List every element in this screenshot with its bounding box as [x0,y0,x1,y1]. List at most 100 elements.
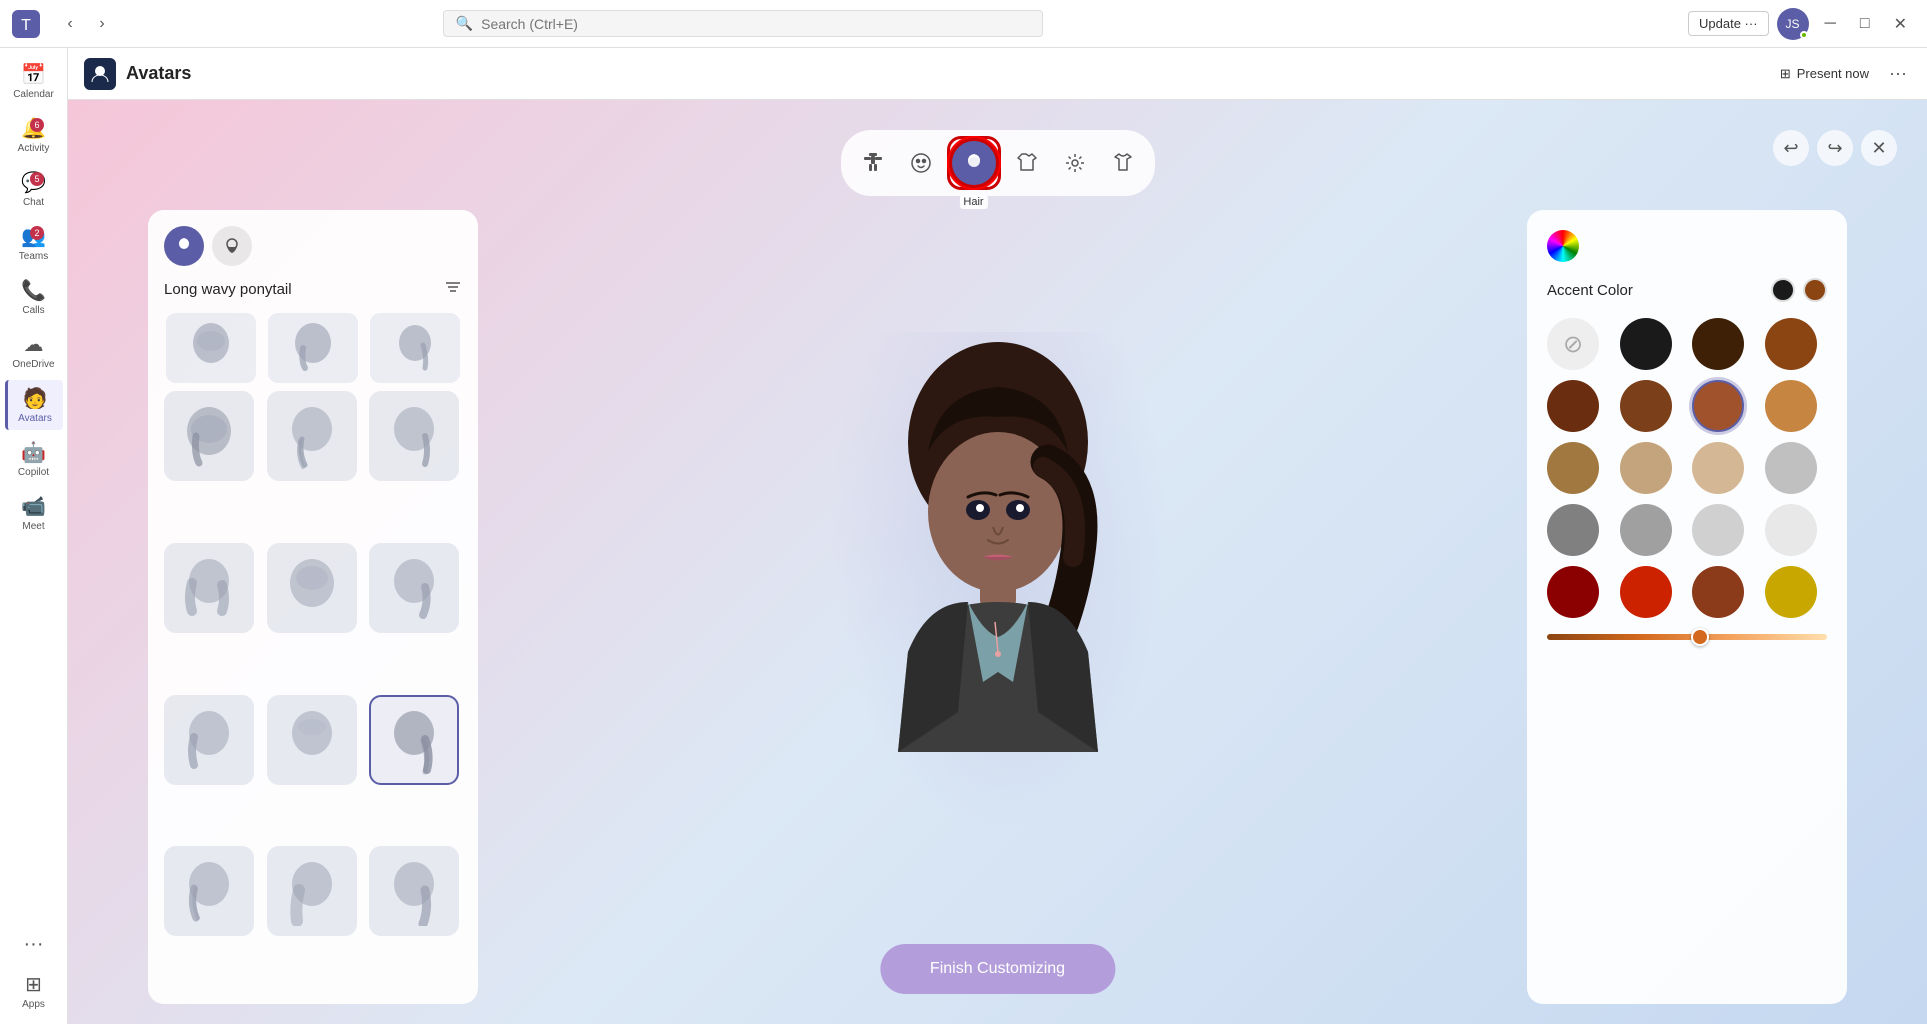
hair-item-9[interactable] [369,695,459,785]
sidebar-item-copilot[interactable]: 🤖 Copilot [5,434,63,484]
sidebar-label-chat: Chat [23,197,44,208]
color-swatch-tan-brown[interactable] [1692,380,1744,432]
sidebar-label-teams: Teams [19,251,48,262]
filter-button[interactable] [444,278,462,301]
teams-icon: 👥 2 [21,224,46,249]
sidebar-item-meet[interactable]: 📹 Meet [5,488,63,538]
hair-item-12[interactable] [369,846,459,936]
sidebar-label-meet: Meet [22,521,44,532]
user-avatar[interactable]: JS [1777,8,1809,40]
undo-button[interactable]: ↩ [1773,130,1809,166]
activity-icon: 🔔 6 [21,116,46,141]
color-swatch-light-gray[interactable] [1692,504,1744,556]
color-slider-row [1547,634,1827,640]
color-swatch-golden[interactable] [1765,566,1817,618]
back-button[interactable]: ‹ [56,10,84,38]
apps-icon: ⊞ [25,972,42,997]
color-swatch-medium-brown[interactable] [1765,318,1817,370]
color-swatch-dark-red[interactable] [1547,566,1599,618]
clothing-tab-wrapper [1101,141,1145,185]
avatar-3d [828,332,1168,832]
customizer-area: Hair [68,100,1927,1024]
hair-item-2[interactable] [267,391,357,481]
hair-preview-1 [166,313,256,383]
selected-color-brown [1803,278,1827,302]
color-swatch-red-brown1[interactable] [1547,380,1599,432]
minimize-button[interactable]: ─ [1817,11,1844,37]
hair-item-4[interactable] [164,543,254,633]
color-grid [1547,318,1827,618]
maximize-button[interactable]: □ [1852,11,1878,37]
sidebar-item-calls[interactable]: 📞 Calls [5,272,63,322]
beard-tab[interactable] [212,226,252,266]
calendar-icon: 📅 [21,62,46,87]
color-swatch-red[interactable] [1620,566,1672,618]
nav-buttons: ‹ › [56,10,116,38]
face-tab-wrapper [899,141,943,185]
clothing-tab[interactable] [1101,141,1145,185]
hair-item-11[interactable] [267,846,357,936]
finish-customizing-button[interactable]: Finish Customizing [880,944,1115,994]
panel-tabs [164,226,462,266]
hair-panel: Long wavy ponytail [148,210,478,1004]
sidebar-item-calendar[interactable]: 📅 Calendar [5,56,63,106]
present-icon: ⊞ [1780,66,1791,82]
color-swatch-silver-gray[interactable] [1765,442,1817,494]
header-actions: ⊞ Present now ··· [1772,59,1911,88]
header-more-button[interactable]: ··· [1885,59,1911,88]
color-swatch-light-sandy[interactable] [1692,442,1744,494]
sidebar-item-activity[interactable]: 🔔 6 Activity [5,110,63,160]
redo-button[interactable]: ↪ [1817,130,1853,166]
sidebar-item-teams[interactable]: 👥 2 Teams [5,218,63,268]
sidebar-item-avatars[interactable]: 🧑 Avatars [5,380,63,430]
present-now-button[interactable]: ⊞ Present now [1772,62,1877,86]
update-button[interactable]: Update ··· [1688,11,1769,36]
hair-tab[interactable] [952,141,996,185]
sidebar: 📅 Calendar 🔔 6 Activity 💬 5 Chat 👥 2 Tea… [0,48,68,1024]
color-swatch-none[interactable] [1547,318,1599,370]
hair-style-tab[interactable] [164,226,204,266]
sidebar-item-more[interactable]: ··· [5,927,63,962]
sidebar-label-avatars: Avatars [18,413,52,424]
color-swatch-dark-gray[interactable] [1547,504,1599,556]
outfit-tab[interactable] [1005,141,1049,185]
hair-item-10[interactable] [164,846,254,936]
sidebar-label-calls: Calls [22,305,44,316]
hair-item-5[interactable] [267,543,357,633]
color-swatch-gold-brown[interactable] [1547,442,1599,494]
search-icon: 🔍 [456,15,473,32]
color-swatch-red-brown2[interactable] [1620,380,1672,432]
hair-grid [164,391,462,988]
color-swatch-auburn[interactable] [1692,566,1744,618]
hair-item-8[interactable] [267,695,357,785]
pose-tab[interactable] [851,141,895,185]
hair-item-3[interactable] [369,391,459,481]
hair-item-1[interactable] [164,391,254,481]
face-tab[interactable] [899,141,943,185]
color-swatch-white-gray[interactable] [1765,504,1817,556]
hair-preview-2 [268,313,358,383]
close-editor-button[interactable]: ✕ [1861,130,1897,166]
chat-badge: 5 [30,172,44,186]
title-bar-actions: Update ··· JS ─ □ ✕ [1688,8,1915,40]
search-input[interactable] [481,16,1030,32]
color-swatch-sandy[interactable] [1620,442,1672,494]
sidebar-item-apps[interactable]: ⊞ Apps [5,966,63,1016]
color-swatch-light-tan[interactable] [1765,380,1817,432]
sidebar-label-activity: Activity [18,143,50,154]
color-swatch-dark-brown[interactable] [1692,318,1744,370]
color-swatch-black[interactable] [1620,318,1672,370]
color-wheel-icon [1547,230,1579,262]
hair-item-6[interactable] [369,543,459,633]
color-slider[interactable] [1547,634,1827,640]
color-swatch-medium-gray[interactable] [1620,504,1672,556]
sidebar-item-onedrive[interactable]: ☁ OneDrive [5,326,63,376]
panel-title-row: Long wavy ponytail [164,278,462,301]
hair-item-7[interactable] [164,695,254,785]
accessories-tab[interactable] [1053,141,1097,185]
accent-color-label: Accent Color [1547,282,1633,299]
search-bar[interactable]: 🔍 [443,10,1043,37]
forward-button[interactable]: › [88,10,116,38]
sidebar-item-chat[interactable]: 💬 5 Chat [5,164,63,214]
close-button[interactable]: ✕ [1886,10,1915,38]
